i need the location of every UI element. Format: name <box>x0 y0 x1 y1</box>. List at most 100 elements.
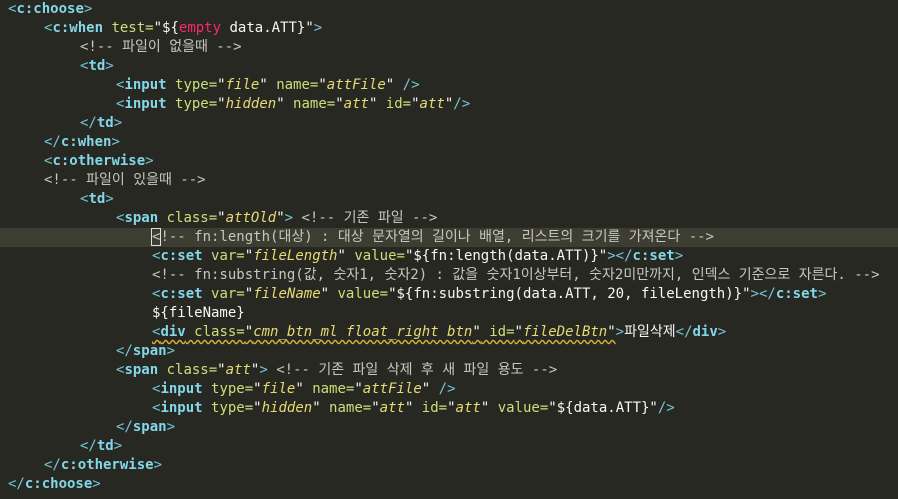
bracket: /> <box>657 400 675 416</box>
quote: " <box>607 324 616 340</box>
code-line-3[interactable]: <!-- 파일이 없을때 --> <box>80 38 242 57</box>
quote: " <box>276 96 285 112</box>
quote: " <box>253 400 262 416</box>
bracket: /> <box>394 77 420 93</box>
attr-name: class= <box>185 324 245 340</box>
bracket: > <box>166 343 176 359</box>
code-line-6[interactable]: <input type="hidden" name="att" id="att"… <box>116 95 470 114</box>
tag-name: span <box>124 362 159 378</box>
tag-name: c:set <box>160 286 203 302</box>
quote: " <box>447 400 456 416</box>
code-line-4[interactable]: <td> <box>80 57 114 76</box>
bracket: > <box>111 134 120 150</box>
attr-value: att <box>379 400 405 416</box>
bracket: > <box>113 115 123 131</box>
attr-name: name= <box>303 381 355 397</box>
bracket: </ <box>116 419 133 435</box>
quote: " <box>411 96 420 112</box>
code-line-16[interactable]: <c:set var="fileName" value="${fn:substr… <box>152 285 826 304</box>
attr-name: name= <box>320 400 372 416</box>
comment: <!-- 기존 파일 --> <box>293 210 438 226</box>
bracket: </ <box>80 438 97 454</box>
tag-name: span <box>124 210 159 226</box>
attr-name: class= <box>158 210 218 226</box>
quote: " <box>318 77 327 93</box>
attr-name: class= <box>158 362 218 378</box>
tag-name: div <box>692 324 718 340</box>
comment: <!-- 파일이 없을때 --> <box>80 39 242 55</box>
code-line-26[interactable]: </c:choose> <box>8 475 101 494</box>
code-line-19[interactable]: </span> <box>116 342 175 361</box>
tag-name: c:choose <box>16 1 84 17</box>
attr-name: var= <box>202 286 245 302</box>
tag-name: c:choose <box>24 476 93 492</box>
tag-name: span <box>132 419 167 435</box>
bracket: > <box>113 438 123 454</box>
attr-name: id= <box>413 400 448 416</box>
tag-name: c:when <box>52 20 104 36</box>
quote: " <box>217 77 226 93</box>
code-line-21[interactable]: <input type="file" name="attFile" /> <box>152 380 456 399</box>
code-line-20[interactable]: <span class="att"> <!-- 기존 파일 삭제 후 새 파일 … <box>116 361 557 380</box>
quote: " <box>244 286 254 302</box>
attr-value: att <box>455 400 481 416</box>
element-text: 파일삭제 <box>624 324 676 340</box>
tag-name: span <box>132 343 167 359</box>
quote: " <box>335 96 344 112</box>
code-line-1[interactable]: <c:choose> <box>8 0 92 19</box>
quote: " <box>444 96 454 112</box>
code-line-8[interactable]: </c:when> <box>44 133 120 152</box>
attr-name: value= <box>329 286 389 302</box>
code-line-17[interactable]: ${fileName} <box>152 304 245 323</box>
code-line-24[interactable]: </td> <box>80 437 122 456</box>
code-line-13-current[interactable]: <!-- fn:length(대상) : 대상 문자열의 길이나 배열, 리스트… <box>0 228 898 247</box>
attr-value: attFile <box>326 77 386 93</box>
quote: " <box>472 324 481 340</box>
comment: <!-- fn:substring(값, 숫자1, 숫자2) : 값을 숫자1이… <box>152 267 880 283</box>
code-editor[interactable]: <c:choose> <c:when test="${empty data.AT… <box>0 0 898 499</box>
attr-value: fileLength <box>253 248 338 264</box>
code-line-7[interactable]: </td> <box>80 114 122 133</box>
quote: " <box>217 362 226 378</box>
tag-name: c:otherwise <box>60 457 154 473</box>
bracket: > <box>259 362 268 378</box>
code-line-5[interactable]: <input type="file" name="attFile" /> <box>116 76 420 95</box>
quote: " <box>354 381 363 397</box>
bracket: > <box>145 153 154 169</box>
code-line-12[interactable]: <span class="attOld"> <!-- 기존 파일 --> <box>116 209 437 228</box>
tag-name: c:otherwise <box>52 153 146 169</box>
el-expression: ${fileName} <box>152 305 245 321</box>
attr-name: type= <box>202 400 254 416</box>
quote: " <box>244 248 254 264</box>
code-line-22[interactable]: <input type="hidden" name="att" id="att"… <box>152 399 675 418</box>
code-line-23[interactable]: </span> <box>116 418 175 437</box>
quote: " <box>421 381 431 397</box>
quote: " <box>217 210 226 226</box>
attr-name: id= <box>480 324 515 340</box>
tag-name: div <box>160 324 186 340</box>
attr-value: file <box>225 77 260 93</box>
bracket: /> <box>453 96 471 112</box>
bracket: </ <box>44 457 61 473</box>
code-line-25[interactable]: </c:otherwise> <box>44 456 162 475</box>
code-line-18[interactable]: <div class="cmn_btn_ml float_right btn" … <box>152 323 726 342</box>
bracket: </ <box>116 343 133 359</box>
quote: " <box>385 77 395 93</box>
tag-name: td <box>88 191 106 207</box>
code-line-15[interactable]: <!-- fn:substring(값, 숫자1, 숫자2) : 값을 숫자1이… <box>152 266 880 285</box>
tag-name: input <box>160 400 203 416</box>
code-line-10[interactable]: <!-- 파일이 있을때 --> <box>44 171 206 190</box>
code-line-9[interactable]: <c:otherwise> <box>44 152 154 171</box>
attr-value: hidden <box>225 96 277 112</box>
attr-value: file <box>261 381 296 397</box>
bracket: > <box>153 457 163 473</box>
attr-value: att <box>343 96 369 112</box>
code-line-11[interactable]: <td> <box>80 190 114 209</box>
quote: " <box>259 77 268 93</box>
attr-name: type= <box>166 96 218 112</box>
attr-name: test= <box>103 20 154 36</box>
tag-name: td <box>88 58 106 74</box>
code-line-2[interactable]: <c:when test="${empty data.ATT}"> <box>44 19 322 38</box>
code-line-14[interactable]: <c:set var="fileLength" value="${fn:leng… <box>152 247 683 266</box>
attr-value: fileDelBtn <box>522 324 608 340</box>
